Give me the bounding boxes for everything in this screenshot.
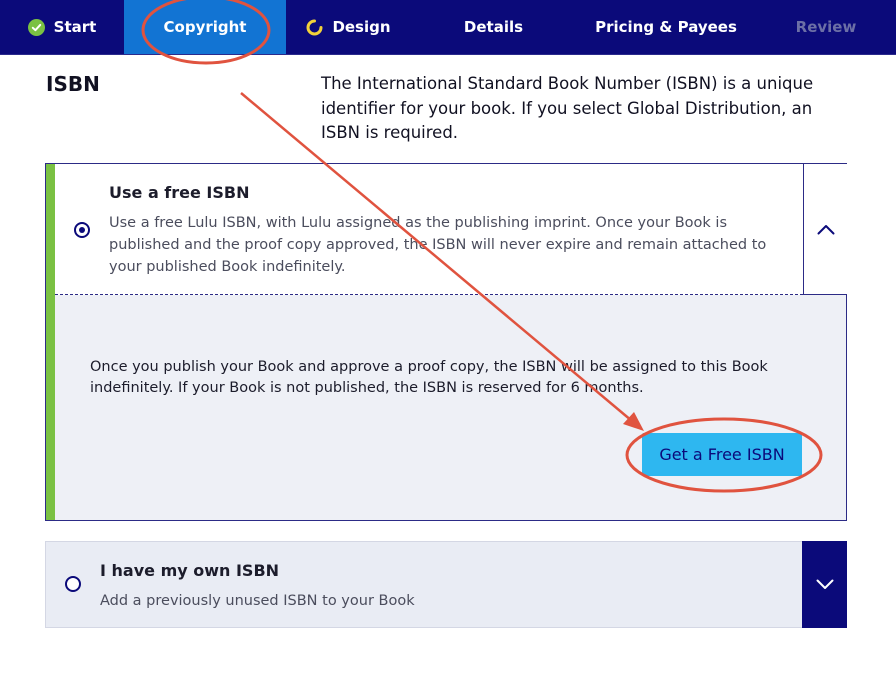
expand-toggle[interactable] xyxy=(802,541,847,628)
free-isbn-description: Use a free Lulu ISBN, with Lulu assigned… xyxy=(109,215,767,275)
selected-indicator-bar xyxy=(46,164,55,520)
tab-design-label: Design xyxy=(332,18,391,36)
tab-copyright[interactable]: Copyright xyxy=(124,0,286,54)
tab-copyright-label: Copyright xyxy=(163,18,247,36)
progress-nav: Start Copyright Design Details Pricing &… xyxy=(0,0,896,54)
section-description: The International Standard Book Number (… xyxy=(321,74,814,142)
get-free-isbn-button[interactable]: Get a Free ISBN xyxy=(642,433,802,476)
free-isbn-radio[interactable] xyxy=(74,222,90,238)
tab-details[interactable]: Details xyxy=(411,0,576,54)
collapse-toggle[interactable] xyxy=(803,164,847,295)
own-isbn-description: Add a previously unused ISBN to your Boo… xyxy=(100,593,415,609)
tab-start[interactable]: Start xyxy=(0,0,124,54)
tab-details-label: Details xyxy=(463,18,524,36)
tab-pricing-payees-label: Pricing & Payees xyxy=(595,18,737,36)
free-isbn-option-header[interactable]: Use a free ISBN Use a free Lulu ISBN, wi… xyxy=(55,164,803,295)
progress-spinner-icon xyxy=(306,19,323,36)
tab-start-label: Start xyxy=(53,18,97,36)
nav-divider xyxy=(0,54,896,55)
chevron-down-icon xyxy=(816,575,834,594)
free-isbn-info: Once you publish your Book and approve a… xyxy=(90,359,768,396)
own-isbn-title: I have my own ISBN xyxy=(100,561,280,580)
tab-design[interactable]: Design xyxy=(286,0,411,54)
section-title: ISBN xyxy=(46,72,100,96)
free-isbn-option: Use a free ISBN Use a free Lulu ISBN, wi… xyxy=(45,163,847,521)
free-isbn-title: Use a free ISBN xyxy=(109,183,250,202)
own-isbn-option[interactable]: I have my own ISBN Add a previously unus… xyxy=(45,541,847,628)
tab-pricing-payees[interactable]: Pricing & Payees xyxy=(576,0,756,54)
check-circle-icon xyxy=(27,18,45,36)
chevron-up-icon xyxy=(817,220,835,239)
tab-review-label: Review xyxy=(795,18,857,36)
tab-review: Review xyxy=(756,0,896,54)
own-isbn-radio[interactable] xyxy=(65,576,81,592)
